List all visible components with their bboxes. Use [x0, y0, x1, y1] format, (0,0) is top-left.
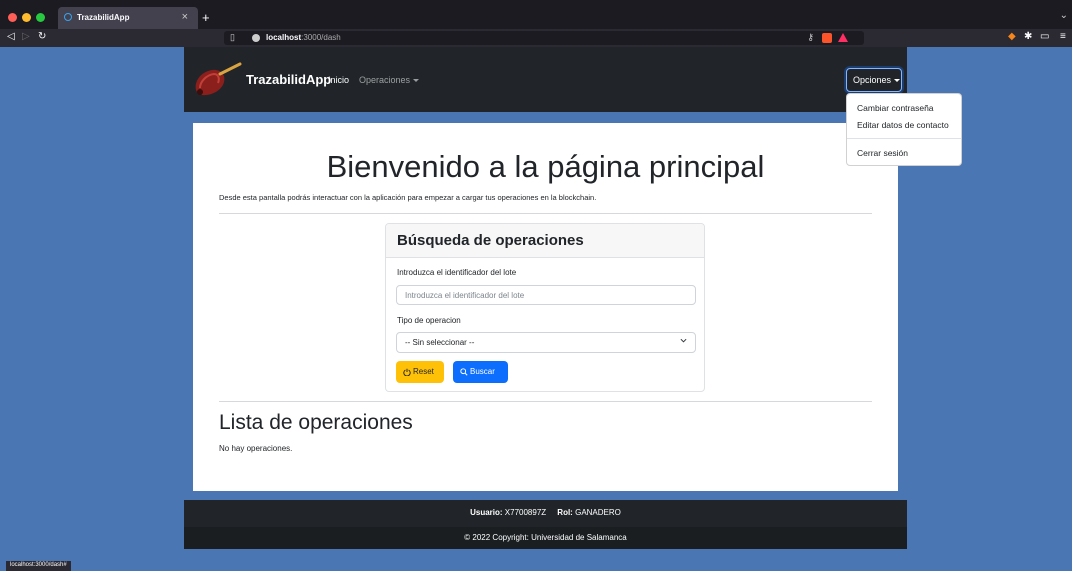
footer-user-bar: Usuario: X7700897Z Rol: GANADERO	[184, 500, 907, 527]
extensions-icon[interactable]: ✱	[1024, 31, 1032, 42]
opciones-dropdown-menu: Cambiar contraseña Editar datos de conta…	[846, 93, 962, 166]
menu-item-editar-contacto[interactable]: Editar datos de contacto	[857, 120, 949, 130]
tab-strip: TrazabilidApp × + ⌄	[0, 7, 1072, 29]
lote-input[interactable]	[396, 285, 696, 305]
ham-logo-icon	[195, 62, 242, 96]
maximize-window-icon[interactable]	[36, 13, 45, 22]
page-title: Bienvenido a la página principal	[326, 149, 765, 184]
tab-close-icon[interactable]: ×	[182, 11, 188, 23]
menu-item-cambiar-contrasena[interactable]: Cambiar contraseña	[857, 103, 934, 113]
url-text[interactable]: localhost:3000/dash	[266, 33, 341, 42]
browser-chrome: TrazabilidApp × + ⌄ ◁ ▷ ↻ ▯ localhost:30…	[0, 0, 1072, 47]
back-icon[interactable]: ◁	[7, 31, 15, 42]
metamask-icon[interactable]: ◆	[1008, 31, 1016, 42]
brave-shields-icon[interactable]	[822, 33, 832, 43]
tipo-select[interactable]: -- Sin seleccionar --	[396, 332, 696, 353]
reload-icon[interactable]: ↻	[38, 31, 46, 42]
tab-title: TrazabilidApp	[77, 13, 130, 22]
bookmark-icon[interactable]: ▯	[230, 32, 235, 43]
operations-empty-text: No hay operaciones.	[219, 444, 293, 453]
tipo-label: Tipo de operacion	[397, 316, 461, 325]
forward-icon[interactable]: ▷	[22, 31, 30, 42]
url-host: localhost	[266, 33, 302, 42]
divider	[219, 401, 872, 402]
reset-label: Reset	[413, 367, 434, 376]
nav-dropdown-operaciones[interactable]: Operaciones	[359, 75, 420, 85]
tipo-select-value: -- Sin seleccionar --	[405, 338, 475, 347]
app-navbar: TrazabilidApp Inicio Operaciones Opcione…	[184, 47, 907, 112]
search-card-header: Búsqueda de operaciones	[386, 224, 704, 258]
url-path: :3000/dash	[301, 33, 341, 42]
lote-label: Introduzca el identificador del lote	[397, 268, 517, 277]
buscar-button[interactable]: Buscar	[453, 361, 508, 383]
menu-icon[interactable]: ≡	[1060, 31, 1066, 42]
menu-divider	[847, 138, 961, 139]
browser-toolbar: ◁ ▷ ↻ ▯ localhost:3000/dash ⚷ ◆ ✱ ▭ ≡	[0, 29, 1072, 47]
page-lead: Desde esta pantalla podrás interactuar c…	[219, 193, 597, 202]
tab-favicon-icon	[64, 13, 72, 21]
close-window-icon[interactable]	[8, 13, 17, 22]
usuario-value: X7700897Z	[504, 508, 547, 517]
rol-value: GANADERO	[575, 508, 621, 517]
opciones-label: Opciones	[853, 75, 892, 85]
opciones-dropdown-button[interactable]: Opciones	[846, 68, 902, 92]
footer-copyright: © 2022 Copyright: Universidad de Salaman…	[184, 527, 907, 549]
nav-link-inicio[interactable]: Inicio	[328, 75, 349, 85]
main-content: Bienvenido a la página principal Desde e…	[193, 123, 898, 491]
url-bar[interactable]: ▯ localhost:3000/dash ⚷	[224, 31, 864, 45]
menu-item-cerrar-sesion[interactable]: Cerrar sesión	[857, 148, 908, 158]
search-card: Búsqueda de operaciones Introduzca el id…	[385, 223, 705, 392]
search-icon	[460, 368, 468, 376]
nav-operaciones-label: Operaciones	[359, 75, 411, 85]
wallet-icon[interactable]: ▭	[1040, 31, 1049, 42]
app-brand[interactable]: TrazabilidApp	[246, 72, 331, 87]
chevron-down-icon	[680, 338, 687, 343]
search-card-title: Búsqueda de operaciones	[397, 232, 584, 249]
status-bar-url: localhost:3000/dash#	[6, 561, 71, 571]
brave-rewards-icon[interactable]	[838, 33, 848, 42]
site-info-icon[interactable]	[252, 34, 260, 42]
reset-button[interactable]: Reset	[396, 361, 444, 383]
browser-tab[interactable]: TrazabilidApp ×	[58, 7, 198, 29]
power-icon	[403, 368, 411, 377]
buscar-label: Buscar	[470, 367, 495, 376]
usuario-label: Usuario:	[470, 508, 503, 517]
minimize-window-icon[interactable]	[22, 13, 31, 22]
divider	[219, 213, 872, 214]
rol-label: Rol:	[557, 508, 573, 517]
caret-down-icon	[894, 79, 901, 83]
operations-list-title: Lista de operaciones	[219, 411, 413, 434]
caret-down-icon	[413, 79, 420, 83]
new-tab-button[interactable]: +	[202, 10, 210, 25]
tab-list-chevron-icon[interactable]: ⌄	[1060, 10, 1068, 21]
key-icon[interactable]: ⚷	[807, 32, 814, 43]
